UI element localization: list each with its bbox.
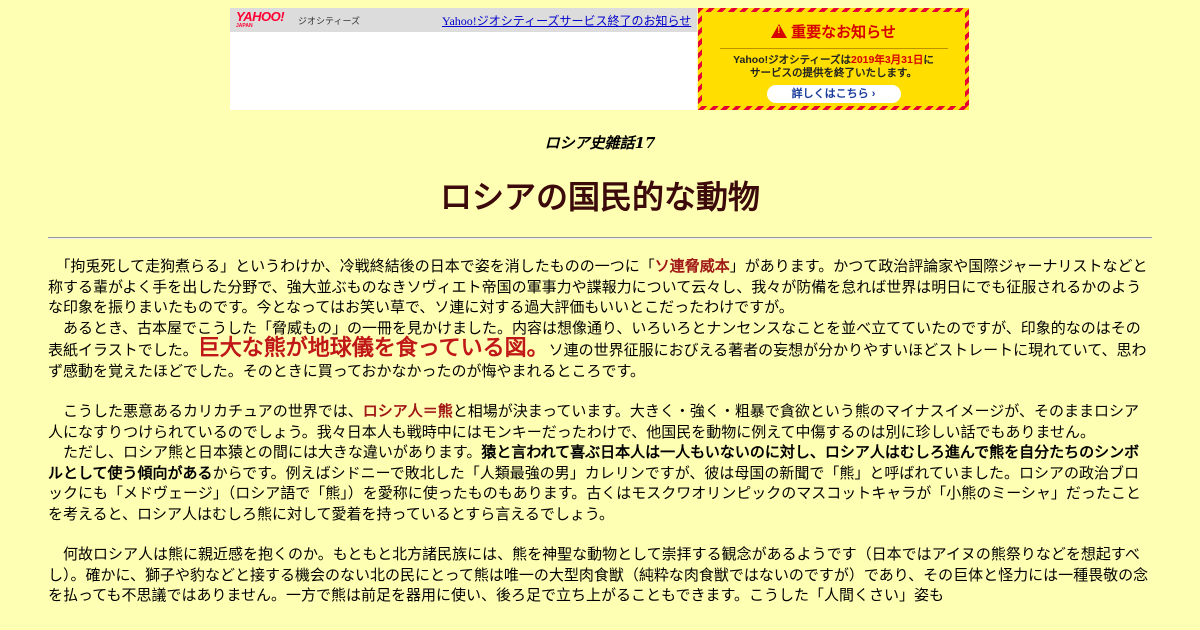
p2-text-c: ただし、ロシア熊と日本猿との間には大きな違いがあります。 bbox=[63, 443, 482, 461]
notice-inner: 重要なお知らせ Yahoo!ジオシティーズは2019年3月31日に サービスの提… bbox=[702, 12, 965, 106]
notice-text: Yahoo!ジオシティーズは2019年3月31日に サービスの提供を終了いたしま… bbox=[702, 54, 965, 80]
warning-icon bbox=[771, 24, 788, 38]
p1-emphasis: ソ連脅威本 bbox=[654, 257, 730, 275]
notice-date: 2019年3月31日 bbox=[850, 54, 924, 66]
p1-big-emphasis: 巨大な熊が地球儀を食っている図。 bbox=[197, 335, 549, 361]
paragraph-1: 「拘兎死して走狗煮らる」というわけか、冷戦終結後の日本で姿を消したものの一つに「… bbox=[48, 256, 1152, 381]
notice-title-text: 重要なお知らせ bbox=[791, 24, 896, 41]
yahoo-geocities-banner: YAHOO! JAPAN ジオシティーズ Yahoo!ジオシティーズサービス終了… bbox=[230, 8, 697, 110]
p1-text-a: 「拘兎死して走狗煮らる」というわけか、冷戦終結後の日本で姿を消したものの一つに「 bbox=[63, 257, 655, 275]
details-button[interactable]: 詳しくはこちら › bbox=[766, 85, 901, 103]
p3-text-a: 何故ロシア人は熊に親近感を抱くのか。もともと北方諸民族には、熊を神聖な動物として… bbox=[48, 545, 1149, 604]
banner-header-strip: YAHOO! JAPAN ジオシティーズ Yahoo!ジオシティーズサービス終了… bbox=[230, 8, 697, 32]
notice-title: 重要なお知らせ bbox=[702, 12, 965, 42]
series-label: ロシア史雑話17 bbox=[544, 134, 656, 152]
page-title: ロシアの国民的な動物 bbox=[439, 178, 760, 216]
p2-text-d: からです。例えばシドニーで敗北した「人類最強の男」カレリンですが、彼は母国の新聞… bbox=[48, 463, 1141, 523]
paragraph-3: 何故ロシア人は熊に親近感を抱くのか。もともと北方諸民族には、熊を神聖な動物として… bbox=[48, 544, 1152, 606]
notice-line1-post: に bbox=[923, 54, 934, 66]
important-notice-box[interactable]: 重要なお知らせ Yahoo!ジオシティーズは2019年3月31日に サービスの提… bbox=[698, 8, 969, 110]
yahoo-logo[interactable]: YAHOO! JAPAN bbox=[236, 9, 285, 29]
p2-emphasis: ロシア人＝熊 bbox=[362, 402, 453, 420]
yahoo-logo-text: YAHOO! bbox=[236, 9, 285, 24]
article-body: 「拘兎死して走狗煮らる」というわけか、冷戦終結後の日本で姿を消したものの一つに「… bbox=[48, 256, 1152, 626]
geocities-label: ジオシティーズ bbox=[298, 16, 361, 26]
notice-line2: サービスの提供を終了いたします。 bbox=[750, 67, 917, 79]
notice-divider bbox=[719, 48, 948, 49]
title-divider bbox=[48, 237, 1152, 239]
p2-text-a: こうした悪意あるカリカチュアの世界では、 bbox=[63, 402, 363, 420]
notice-line1-pre: Yahoo!ジオシティーズは bbox=[733, 54, 851, 66]
paragraph-2: こうした悪意あるカリカチュアの世界では、ロシア人＝熊と相場が決まっています。大き… bbox=[48, 401, 1152, 524]
service-end-notice-link[interactable]: Yahoo!ジオシティーズサービス終了のお知らせ bbox=[442, 12, 691, 29]
